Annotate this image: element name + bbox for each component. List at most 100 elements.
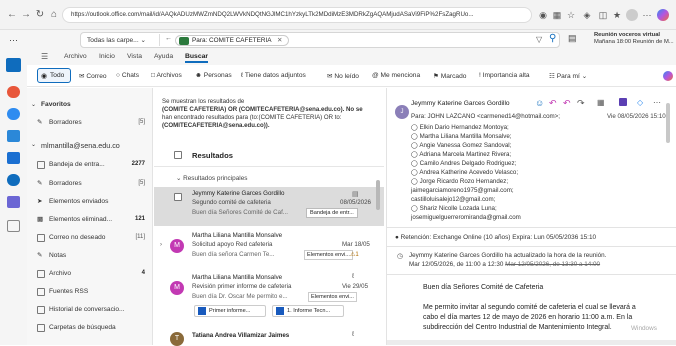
folder-enviados[interactable]: ➤ Elementos enviados	[27, 195, 153, 209]
section-header[interactable]: ⌄ Resultados principales	[176, 174, 247, 182]
recipient[interactable]: josemiguelguerreromiranda@gmail.com	[411, 214, 521, 221]
recipient[interactable]: ◯ Adriana Marcela Martinez Rivera;	[411, 151, 511, 158]
scrollbar[interactable]	[666, 103, 670, 143]
filter-personas[interactable]: ☻ Personas	[195, 72, 232, 79]
filter-todo[interactable]: ◉ Todo	[37, 68, 71, 83]
folder-borradores[interactable]: ✎ Borradores [5]	[27, 177, 153, 191]
teams-icon[interactable]	[7, 196, 20, 208]
sender-avatar: J	[395, 105, 409, 119]
calendar-app-icon[interactable]	[7, 86, 20, 98]
people-app-icon[interactable]	[7, 108, 20, 120]
horizontal-scrollbar[interactable]	[387, 340, 676, 345]
filter-archivos[interactable]: □ Archivos	[151, 72, 182, 79]
tab-vista[interactable]: Vista	[127, 53, 142, 60]
account-header[interactable]: ⌄ mlmantilla@sena.edu.co	[27, 138, 153, 152]
select-all-checkbox[interactable]	[174, 151, 182, 159]
copilot-icon[interactable]	[657, 9, 669, 21]
sender-name[interactable]: Jeymmy Katerine Garces Gordillo	[397, 100, 510, 107]
tracking-icon[interactable]: ◉	[537, 9, 549, 21]
recipient[interactable]: castilloluisalejo12@gmail.com;	[411, 196, 495, 203]
todo-icon[interactable]	[7, 130, 20, 142]
recipient[interactable]: ◯ Camilo Andres Delgado Rodriguez;	[411, 160, 516, 167]
mail-icon[interactable]	[6, 58, 21, 72]
recipient[interactable]: ◯ Angie Vanessa Gomez Sandoval;	[411, 142, 511, 149]
folder-scope-dropdown[interactable]: Todas las carpe... ⌄	[87, 36, 146, 44]
favorites-header[interactable]: ⌄ Favoritos	[27, 98, 153, 112]
search-box[interactable]: Todas las carpe... ⌄ ← Para: COMITE CAFE…	[80, 32, 560, 48]
search-icon[interactable]: ⚲	[549, 33, 556, 44]
filter-adjuntos[interactable]: ℓ Tiene datos adjuntos	[241, 72, 306, 79]
calendar-icon[interactable]: ▤	[568, 33, 582, 47]
split-icon[interactable]: ◫	[597, 9, 609, 21]
filter-no-leido[interactable]: ✉ No leído	[327, 72, 359, 80]
message-item[interactable]: M Martha Liliana Mantilla Monsalve ℓ Rev…	[154, 271, 384, 323]
tab-archivo[interactable]: Archivo	[64, 53, 87, 60]
folder-count: [5]	[138, 180, 145, 186]
filter-correo[interactable]: ✉ Correo	[79, 72, 107, 80]
favorite-icon[interactable]: ☆	[565, 9, 577, 21]
extension-icon[interactable]: ◈	[581, 9, 593, 21]
more-actions-icon[interactable]: ⋯	[653, 98, 661, 107]
folder-notas[interactable]: ✎ Notas	[27, 249, 153, 263]
folder-archivo[interactable]: Archivo 4	[27, 267, 153, 281]
filter-marcado[interactable]: ⚑ Marcado	[433, 72, 466, 80]
filter-icon[interactable]: ▽	[536, 35, 542, 44]
message-checkbox[interactable]	[174, 193, 182, 201]
folder-fav-borradores[interactable]: ✎ Borradores [5]	[27, 116, 153, 130]
forward-mail-icon[interactable]: ↷	[577, 98, 585, 109]
folder-eliminados[interactable]: ▩ Elementos eliminad... 121	[27, 213, 153, 227]
filter-para-mi[interactable]: ☷ Para mí ⌄	[549, 72, 587, 80]
body-greeting: Buen día Señores Comité de Cafeteria	[423, 284, 544, 291]
hamburger-icon[interactable]: ☰	[41, 52, 48, 61]
reply-all-icon[interactable]: ↶	[563, 98, 571, 109]
profile-icon[interactable]	[626, 9, 638, 21]
category-icon[interactable]	[619, 98, 627, 106]
filter-menciona[interactable]: @ Me menciona	[372, 72, 420, 79]
tab-buscar[interactable]: Buscar	[185, 53, 209, 63]
folder-historial[interactable]: Historial de conversacio...	[27, 303, 153, 317]
reader-icon[interactable]: ▦	[551, 9, 563, 21]
tag-icon[interactable]: ◇	[637, 98, 643, 107]
scrollbar[interactable]	[376, 180, 380, 210]
tab-ayuda[interactable]: Ayuda	[154, 53, 173, 60]
tab-inicio[interactable]: Inicio	[99, 53, 115, 60]
more-apps-icon[interactable]	[7, 220, 20, 232]
message-sender: Tatiana Andrea Villamizar Jaimes	[192, 332, 290, 339]
recipient[interactable]: ◯ Andrea Katherine Acevedo Velasco;	[411, 169, 518, 176]
folder-busqueda[interactable]: Carpetas de búsqueda	[27, 321, 153, 335]
app-launcher-icon[interactable]: ⋯	[9, 35, 19, 45]
back-arrow-icon[interactable]: ←	[165, 35, 172, 42]
upcoming-meeting[interactable]: Reunión voceros virtual Mañana 18:00 Reu…	[594, 32, 674, 46]
search-chip[interactable]: Para: COMITE CAFETERIA ✕	[175, 35, 290, 46]
filter-chats[interactable]: ○ Chats	[116, 72, 139, 79]
message-item[interactable]: Jeymmy Katerine Garces Gordillo Segundo …	[154, 187, 384, 226]
recipient[interactable]: ◯ Martha Liliana Mantilla Monsalve;	[411, 133, 511, 140]
recipient[interactable]: ◯ Jorge Ricardo Rozo Hernandez;	[411, 178, 508, 185]
chevron-right-icon[interactable]: ›	[160, 242, 162, 248]
filter-importancia[interactable]: ! Importancia alta	[479, 72, 530, 79]
recipient[interactable]: ◯ Elkin Dario Hernandez Montoya;	[411, 124, 509, 131]
message-item[interactable]: T Tatiana Andrea Villamizar Jaimes ℓ	[154, 328, 384, 346]
address-bar[interactable]: https://outlook.office.com/mail/id/AAQkA…	[62, 7, 532, 23]
emoji-icon[interactable]: ☺	[535, 98, 544, 108]
message-item[interactable]: M › Martha Liliana Mantilla Monsalve Sol…	[154, 229, 384, 269]
folder-rss[interactable]: Fuentes RSS	[27, 285, 153, 299]
home-icon[interactable]: ⌂	[48, 9, 60, 21]
reply-icon[interactable]: ↶	[549, 98, 557, 109]
back-icon[interactable]: ←	[6, 9, 18, 21]
refresh-icon[interactable]: ↻	[34, 9, 46, 21]
forward-icon[interactable]: →	[20, 9, 32, 21]
more-icon[interactable]: ⋯	[641, 9, 653, 21]
onedrive-icon[interactable]	[7, 174, 20, 186]
copilot-icon[interactable]	[663, 71, 673, 81]
attachment-chip[interactable]: Primer informe...	[194, 305, 266, 317]
folder-bandeja[interactable]: Bandeja de entra... 2277	[27, 158, 153, 172]
recipient[interactable]: ◯ Shariz Nicolle Lozada Luna;	[411, 205, 497, 212]
close-icon[interactable]: ✕	[277, 37, 282, 44]
recipient[interactable]: jaimegarciamoreno1975@gmail.com;	[411, 187, 514, 194]
attachment-chip[interactable]: 1. Informe Tecn...	[272, 305, 344, 317]
folder-no-deseado[interactable]: Correo no deseado [11]	[27, 231, 153, 245]
apps-icon[interactable]: ▦	[597, 98, 605, 107]
favorites-bar-icon[interactable]: ★	[611, 9, 623, 21]
files-icon[interactable]	[7, 152, 20, 164]
